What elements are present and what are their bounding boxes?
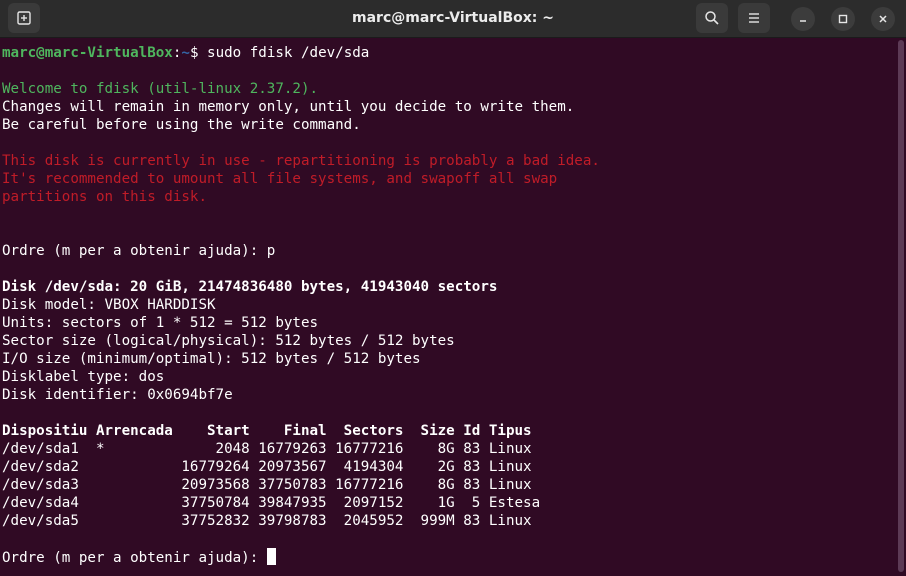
prompt-path: ~ [181,45,190,61]
disk-identifier-line: Disk identifier: 0x0694bf7e [2,387,233,403]
scrollbar-thumb[interactable] [898,40,904,572]
order-prompt-print: Ordre (m per a obtenir ajuda): p [2,243,276,259]
partition-row: /dev/sda4 37750784 39847935 2097152 1G 5… [2,495,541,511]
partition-row: /dev/sda5 37752832 39798783 2045952 999M… [2,513,532,529]
disklabel-line: Disklabel type: dos [2,369,165,385]
welcome-line: Welcome to fdisk (util-linux 2.37.2). [2,81,319,97]
maximize-button[interactable] [831,7,855,31]
new-tab-button[interactable] [8,3,40,33]
partition-row: /dev/sda3 20973568 37750783 16777216 8G … [2,477,532,493]
command-line: marc@marc-VirtualBox:~$ sudo fdisk /dev/… [2,44,369,62]
prompt-user: marc@marc-VirtualBox [2,45,173,61]
search-icon [705,11,719,25]
maximize-icon [838,14,848,24]
close-icon [879,15,887,23]
command-text: sudo fdisk /dev/sda [207,45,370,61]
terminal-area[interactable]: marc@marc-VirtualBox:~$ sudo fdisk /dev/… [0,38,896,576]
warning-line-3: partitions on this disk. [2,189,207,205]
disk-model-line: Disk model: VBOX HARDDISK [2,297,216,313]
warning-line-1: This disk is currently in use - repartit… [2,153,600,169]
partition-table-header: Dispositiu Arrencada Start Final Sectors… [2,423,532,439]
sector-size-line: Sector size (logical/physical): 512 byte… [2,333,455,349]
search-button[interactable] [696,3,728,33]
partition-row: /dev/sda2 16779264 20973567 4194304 2G 8… [2,459,532,475]
info-line-1: Changes will remain in memory only, unti… [2,99,575,115]
title-bar: marc@marc-VirtualBox: ~ [0,0,906,38]
partition-row: /dev/sda1 * 2048 16779263 16777216 8G 83… [2,441,532,457]
close-button[interactable] [871,7,895,31]
units-line: Units: sectors of 1 * 512 = 512 bytes [2,315,319,331]
disk-summary-line: Disk /dev/sda: 20 GiB, 21474836480 bytes… [2,279,498,295]
current-prompt-line[interactable]: Ordre (m per a obtenir ajuda): [2,548,276,566]
minimize-icon [800,20,806,22]
menu-button[interactable] [738,3,770,33]
order-prompt: Ordre (m per a obtenir ajuda): [2,550,267,566]
hamburger-menu-icon [749,13,759,23]
warning-line-2: It's recommended to umount all file syst… [2,171,558,187]
info-line-2: Be careful before using the write comman… [2,117,361,133]
prompt-end: $ [189,45,208,61]
io-size-line: I/O size (minimum/optimal): 512 bytes / … [2,351,421,367]
text-cursor [266,548,276,565]
minimize-button[interactable] [791,7,815,31]
new-tab-icon [17,11,31,25]
window-title: marc@marc-VirtualBox: ~ [352,10,554,26]
